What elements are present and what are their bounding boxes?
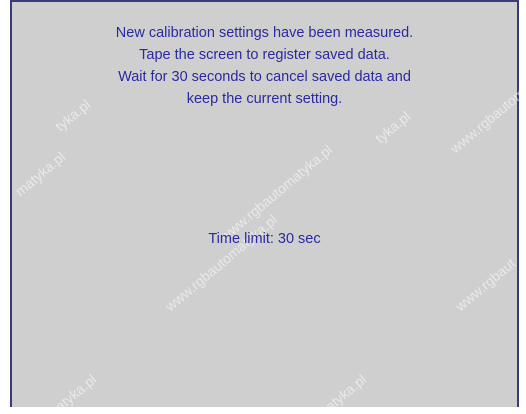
watermark: atyka.pl [52, 370, 100, 414]
watermark: atyka.pl [322, 370, 370, 414]
message-line: keep the current setting. [186, 91, 343, 107]
watermark: www.rgbaut [452, 254, 519, 315]
message-line: Wait for 30 seconds to cancel saved data… [118, 69, 411, 85]
calibration-message: New calibration settings have been measu… [12, 22, 517, 110]
watermark: www.rgbautomatyka.pl [162, 211, 281, 315]
calibration-confirm-screen[interactable]: matyka.pl tyka.pl www.rgbautomatyka.pl t… [10, 0, 526, 414]
watermark: tyka.pl [372, 107, 414, 147]
message-line: New calibration settings have been measu… [115, 25, 414, 41]
time-limit-label: Time limit: 30 sec [208, 231, 321, 247]
message-line: Tape the screen to register saved data. [139, 47, 390, 63]
watermark: matyka.pl [12, 148, 69, 200]
